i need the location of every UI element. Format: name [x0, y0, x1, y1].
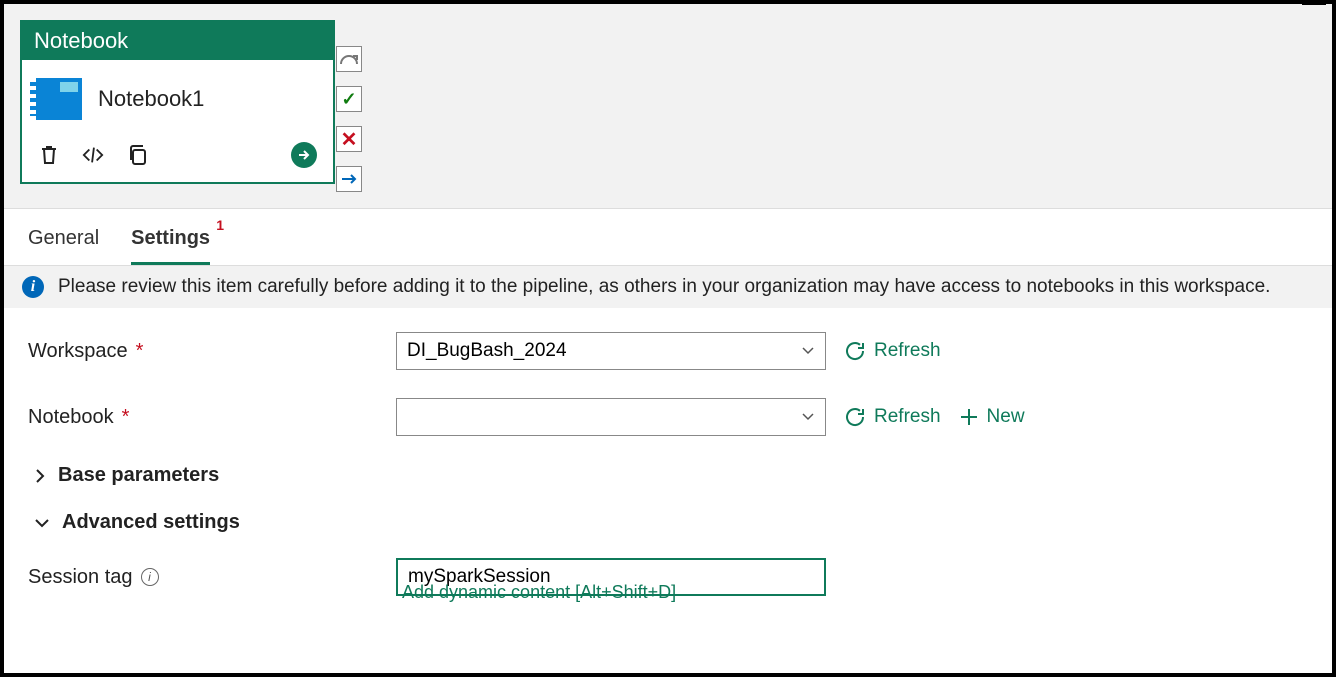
required-mark: *	[136, 340, 144, 363]
info-tooltip-icon[interactable]: i	[141, 568, 159, 586]
notebook-new-button[interactable]: New	[959, 406, 1025, 428]
node-name: Notebook1	[98, 86, 204, 112]
plus-icon	[959, 407, 979, 427]
add-dynamic-content-link[interactable]: Add dynamic content [Alt+Shift+D]	[402, 582, 1308, 603]
notebook-icon	[36, 78, 82, 120]
copy-icon[interactable]	[126, 144, 148, 166]
session-tag-label: Session tag	[28, 566, 133, 589]
status-fail-icon[interactable]: ✕	[336, 126, 362, 152]
status-success-icon[interactable]: ✓	[336, 86, 362, 112]
workspace-label: Workspace	[28, 340, 128, 363]
notebook-label: Notebook	[28, 406, 114, 429]
required-mark: *	[122, 406, 130, 429]
tab-settings[interactable]: Settings 1	[131, 227, 210, 265]
info-text: Please review this item carefully before…	[58, 276, 1270, 298]
node-type-label: Notebook	[22, 22, 333, 60]
refresh-icon	[844, 340, 866, 362]
status-skip-icon[interactable]	[336, 46, 362, 72]
notebook-refresh-button[interactable]: Refresh	[844, 406, 941, 428]
workspace-value: DI_BugBash_2024	[407, 340, 567, 362]
tabs-bar: General Settings 1	[4, 209, 1332, 266]
delete-icon[interactable]	[38, 144, 60, 166]
run-next-icon[interactable]	[291, 142, 317, 168]
pipeline-node-notebook[interactable]: Notebook Notebook1	[20, 20, 335, 184]
advanced-settings-expander[interactable]: Advanced settings	[34, 511, 1308, 534]
tab-settings-badge: 1	[216, 217, 224, 233]
code-icon[interactable]	[82, 144, 104, 166]
chevron-down-icon	[801, 346, 815, 356]
base-parameters-expander[interactable]: Base parameters	[34, 464, 1308, 487]
workspace-select[interactable]: DI_BugBash_2024	[396, 332, 826, 370]
chevron-down-icon	[34, 517, 50, 529]
chevron-down-icon	[801, 412, 815, 422]
refresh-icon	[844, 406, 866, 428]
workspace-refresh-button[interactable]: Refresh	[844, 340, 941, 362]
notebook-select[interactable]	[396, 398, 826, 436]
info-banner: i Please review this item carefully befo…	[4, 266, 1332, 308]
status-completion-icon[interactable]	[336, 166, 362, 192]
tab-general[interactable]: General	[28, 227, 99, 265]
chevron-right-icon	[34, 468, 46, 484]
tab-settings-label: Settings	[131, 227, 210, 249]
info-icon: i	[22, 276, 44, 298]
panel-drag-handle[interactable]	[1302, 0, 1326, 5]
